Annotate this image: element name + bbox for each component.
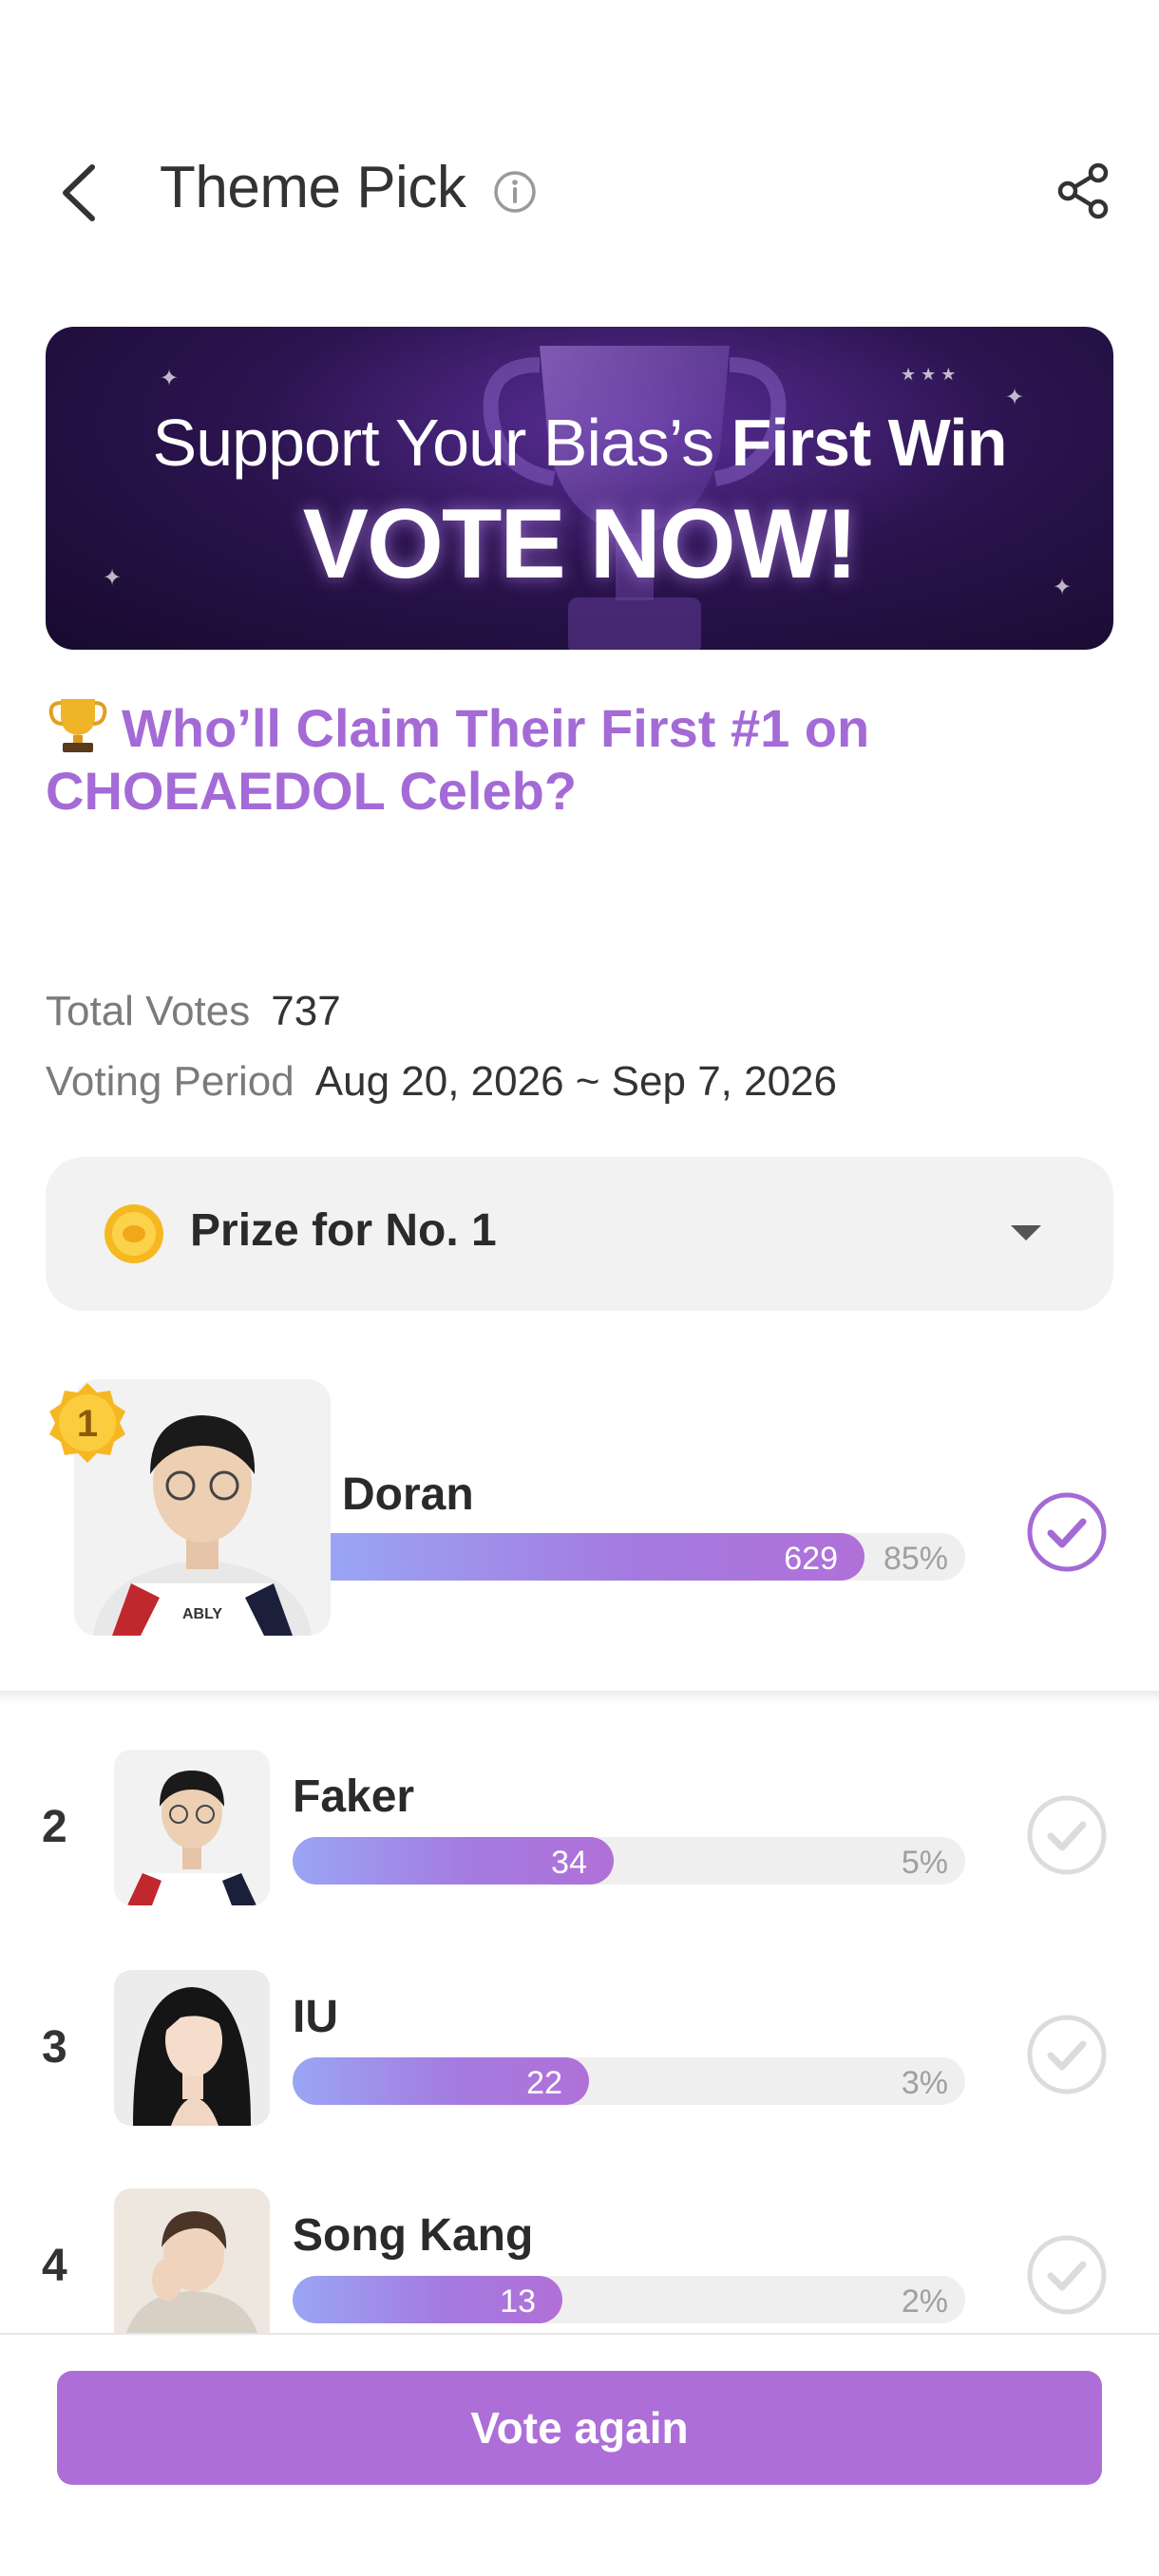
vote-percent: 2%	[901, 2283, 948, 2320]
back-button[interactable]	[52, 160, 109, 226]
voting-period-label: Voting Period	[46, 1058, 294, 1105]
sparkle-icon: ★ ★ ★	[901, 365, 957, 384]
share-icon	[1057, 162, 1109, 219]
app-header: Theme Pick	[0, 133, 1159, 247]
page-title: Theme Pick	[160, 155, 466, 220]
banner-tagline: Support Your Bias’s First Win	[152, 406, 1008, 480]
trophy-icon	[48, 699, 107, 752]
candidate-name: Song Kang	[293, 2210, 534, 2261]
voting-period-row: Voting Period Aug 20, 2026 ~ Sep 7, 2026	[46, 1058, 837, 1106]
vote-bar: 13 2%	[293, 2276, 965, 2323]
vote-count: 34	[551, 1845, 587, 1881]
total-votes-label: Total Votes	[46, 988, 251, 1034]
vote-bar-fill: 22	[293, 2057, 589, 2105]
vote-percent: 3%	[901, 2065, 948, 2101]
candidate-name: Faker	[293, 1771, 415, 1822]
rank-number: 4	[42, 2241, 67, 2291]
rank-number: 2	[42, 1802, 67, 1852]
caret-down-icon	[1011, 1225, 1041, 1241]
info-button[interactable]	[492, 169, 538, 215]
section-divider	[0, 1691, 1159, 1704]
check-circle-icon[interactable]	[1026, 2014, 1108, 2095]
sparkle-icon: ✦	[160, 366, 180, 391]
vote-bar-fill: 13	[293, 2276, 562, 2323]
vote-count: 22	[526, 2065, 562, 2101]
check-circle-icon[interactable]	[1026, 1794, 1108, 1876]
vote-headline: Who’ll Claim Their First #1 on CHOEAEDOL…	[46, 695, 1119, 823]
candidate-photo	[114, 1750, 270, 1905]
bottom-action-bar: Vote again	[0, 2333, 1159, 2576]
vote-bar: 34 5%	[293, 1837, 965, 1885]
info-icon	[494, 171, 536, 213]
share-button[interactable]	[1054, 161, 1113, 220]
total-votes-row: Total Votes 737	[46, 988, 341, 1035]
vote-banner[interactable]: ✦ ✦ ✦ ✦ ★ ★ ★ Support Your Bias’s First …	[46, 327, 1113, 650]
vote-bar: 629 85%	[331, 1533, 965, 1581]
voting-period-value: Aug 20, 2026 ~ Sep 7, 2026	[314, 1058, 837, 1105]
candidate-name: IU	[293, 1992, 338, 2042]
prize-dropdown[interactable]: Prize for No. 1	[46, 1157, 1113, 1311]
vote-count: 13	[500, 2283, 536, 2320]
vote-bar: 22 3%	[293, 2057, 965, 2105]
coin-icon	[104, 1204, 163, 1263]
svg-text:ABLY: ABLY	[182, 1606, 222, 1622]
check-circle-icon[interactable]	[1026, 2234, 1108, 2316]
vote-bar-fill: 629	[331, 1533, 864, 1581]
candidate-photo	[114, 2188, 270, 2333]
rank-number: 3	[42, 2022, 67, 2073]
candidate-name: Doran	[342, 1469, 474, 1520]
vote-count: 629	[784, 1541, 838, 1577]
gold-medal-icon: 1	[49, 1383, 125, 1463]
check-circle-icon[interactable]	[1026, 1491, 1108, 1573]
vote-again-button[interactable]: Vote again	[57, 2371, 1102, 2485]
vote-percent: 85%	[883, 1541, 948, 1577]
vote-percent: 5%	[901, 1845, 948, 1881]
total-votes-value: 737	[271, 988, 341, 1034]
banner-cta: VOTE NOW!	[302, 489, 859, 599]
svg-text:1: 1	[77, 1403, 98, 1445]
prize-label: Prize for No. 1	[190, 1205, 497, 1256]
vote-bar-fill: 34	[293, 1837, 614, 1885]
chevron-left-icon	[63, 164, 95, 221]
candidate-photo	[114, 1970, 270, 2126]
